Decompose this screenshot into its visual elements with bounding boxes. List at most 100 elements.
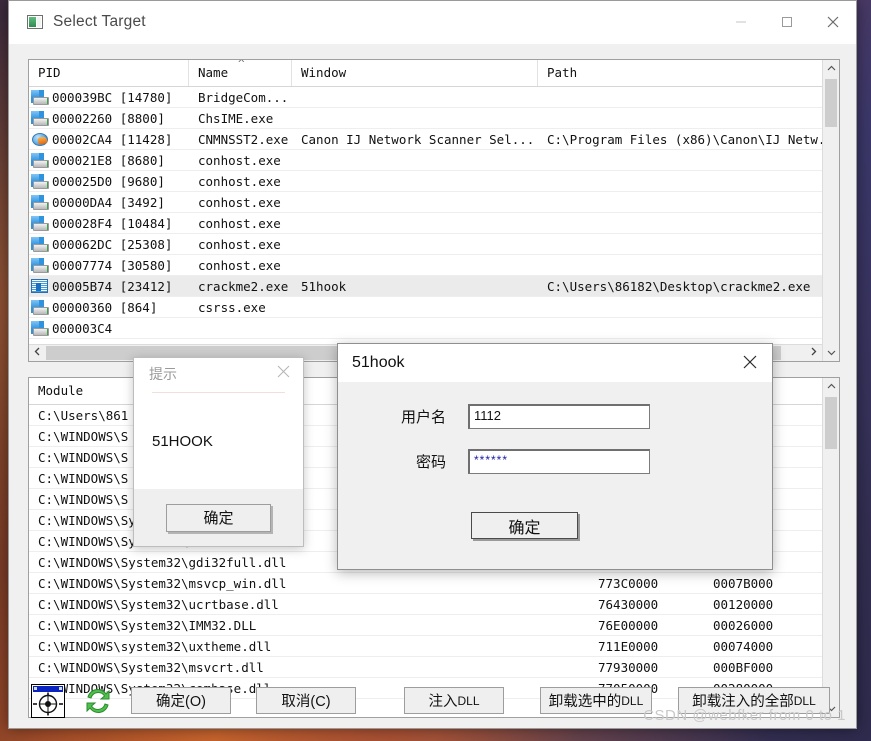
scroll-left-icon[interactable] (29, 347, 46, 359)
inject-dll-button[interactable]: 注入 DLL (404, 687, 504, 714)
table-row[interactable]: 000025D0 [9680] conhost.exe (29, 171, 839, 192)
generic-process-icon (31, 111, 49, 126)
crosshair-target-icon[interactable] (31, 683, 65, 718)
process-pid-cell: 00000360 [864] (29, 300, 189, 315)
module-path-cell: C:\WINDOWS\system32\uxtheme.dll (38, 638, 272, 654)
vertical-scroll-thumb[interactable] (825, 397, 837, 449)
table-row[interactable]: C:\WINDOWS\System32\ucrtbase.dll 76430000… (29, 594, 839, 615)
maximize-button[interactable] (764, 1, 810, 43)
module-size-cell: 0007B000 (713, 575, 774, 591)
module-path-cell: C:\WINDOWS\System32\IMM32.DLL (38, 617, 257, 633)
column-header-name-label: Name (198, 65, 229, 80)
table-row[interactable]: C:\WINDOWS\System32\msvcp_win.dll 773C000… (29, 573, 839, 594)
process-pid-label: 00000DA4 [3492] (52, 194, 165, 210)
generic-process-icon (31, 216, 49, 231)
table-row[interactable]: 000062DC [25308] conhost.exe (29, 234, 839, 255)
scroll-right-icon[interactable] (805, 347, 822, 359)
refresh-icon[interactable] (81, 684, 115, 718)
tip-dialog-ok-button[interactable]: 确定 (166, 503, 271, 532)
process-pid-label: 00005B74 [23412] (52, 278, 173, 294)
target-icon-titlebar (33, 685, 63, 692)
watermark-text: CSDN @webfker from 0 to 1 (643, 707, 846, 724)
module-path-cell: C:\WINDOWS\System32\msvcp_win.dll (38, 575, 287, 591)
window-titlebar: Select Target (9, 1, 856, 43)
process-pid-cell: 000021E8 [8680] (29, 153, 189, 168)
process-pid-label: 00002260 [8800] (52, 110, 165, 126)
process-pid-label: 000028F4 [10484] (52, 215, 173, 231)
process-name-cell: conhost.exe (198, 194, 281, 210)
ok-button[interactable]: 确定(O) (131, 687, 231, 714)
process-pid-label: 00007774 [30580] (52, 257, 173, 273)
table-row[interactable]: 000039BC [14780] BridgeCom... (29, 87, 839, 108)
process-window-cell: 51hook (301, 278, 347, 294)
scroll-up-icon[interactable] (823, 60, 839, 77)
password-input[interactable]: ****** (468, 449, 650, 474)
hook-dialog-ok-button[interactable]: 确定 (471, 512, 578, 539)
hook-dialog-close-icon[interactable] (742, 354, 758, 373)
globe-process-icon (31, 132, 48, 146)
process-name-cell: conhost.exe (198, 257, 281, 273)
vertical-scroll-thumb[interactable] (825, 79, 837, 127)
process-pid-label: 000062DC [25308] (52, 236, 173, 252)
process-pid-cell: 00007774 [30580] (29, 258, 189, 273)
unload-selected-label-cn: 卸载选中的 (548, 694, 622, 710)
process-name-cell: conhost.exe (198, 236, 281, 252)
column-header-path[interactable]: Path (538, 60, 824, 86)
table-row[interactable]: 00000360 [864] csrss.exe (29, 297, 839, 318)
process-pid-cell: 00002260 [8800] (29, 111, 189, 126)
process-listview[interactable]: PID ^ Name Window Path 000039BC [14780] B… (28, 59, 840, 362)
generic-process-icon (31, 321, 49, 336)
process-pid-cell: 000003C4 (29, 321, 189, 336)
table-row[interactable]: 00002CA4 [11428] CNMNSST2.exe Canon IJ Net… (29, 129, 839, 150)
module-base-cell: 76E00000 (598, 617, 659, 633)
generic-process-icon (31, 258, 49, 273)
process-pid-cell: 000028F4 [10484] (29, 216, 189, 231)
table-row[interactable]: 00000DA4 [3492] conhost.exe (29, 192, 839, 213)
process-pid-label: 00000360 [864] (52, 299, 158, 315)
module-base-cell: 76430000 (598, 596, 659, 612)
tip-dialog-title: 提示 (149, 366, 177, 382)
tip-dialog-titlebar: 提示 (134, 358, 303, 390)
table-row[interactable]: 000028F4 [10484] conhost.exe (29, 213, 839, 234)
username-row: 用户名 1112 (338, 404, 772, 429)
module-size-cell: 00120000 (713, 596, 774, 612)
table-row[interactable]: 000021E8 [8680] conhost.exe (29, 150, 839, 171)
column-header-pid[interactable]: PID (29, 60, 189, 86)
module-list-vertical-scrollbar[interactable] (822, 378, 839, 717)
username-label: 用户名 (400, 409, 446, 426)
table-row[interactable]: 00002260 [8800] ChsIME.exe (29, 108, 839, 129)
generic-process-icon (31, 153, 49, 168)
table-row[interactable]: 00005B74 [23412] crackme2.exe 51hook C:\Use… (29, 276, 839, 297)
column-header-name[interactable]: ^ Name (189, 60, 292, 86)
inject-dll-label-dll: DLL (457, 693, 480, 708)
unload-all-label-dll: DLL (793, 693, 816, 708)
scroll-up-icon[interactable] (823, 378, 839, 395)
table-row[interactable]: C:\WINDOWS\System32\IMM32.DLL 76E00000 000… (29, 615, 839, 636)
module-path-cell: C:\WINDOWS\System32\ucrtbase.dll (38, 596, 279, 612)
unload-selected-dll-button[interactable]: 卸载选中的 DLL (540, 687, 652, 714)
username-input[interactable]: 1112 (468, 404, 650, 429)
scroll-down-icon[interactable] (823, 344, 839, 361)
table-row[interactable]: C:\WINDOWS\system32\uxtheme.dll 711E0000 0… (29, 636, 839, 657)
process-list-header: PID ^ Name Window Path (29, 60, 839, 87)
window-title: Select Target (53, 13, 146, 30)
process-name-cell: ChsIME.exe (198, 110, 274, 126)
cancel-button[interactable]: 取消(C) (256, 687, 356, 714)
minimize-button[interactable] (718, 1, 764, 43)
column-header-window[interactable]: Window (292, 60, 538, 86)
tip-dialog-message: 51HOOK (152, 433, 213, 450)
process-name-cell: BridgeCom... (198, 89, 289, 105)
hook-dialog: 51hook 用户名 1112 密码 ****** 确定 (337, 343, 773, 570)
process-window-cell: Canon IJ Network Scanner Sel... (301, 131, 535, 147)
process-list-vertical-scrollbar[interactable] (822, 60, 839, 361)
table-row[interactable]: 000003C4 (29, 318, 839, 339)
inject-dll-label-cn: 注入 (428, 694, 458, 710)
window-client-area: PID ^ Name Window Path 000039BC [14780] B… (9, 43, 856, 728)
unload-selected-label-dll: DLL (621, 693, 644, 708)
table-row[interactable]: 00007774 [30580] conhost.exe (29, 255, 839, 276)
process-pid-label: 000025D0 [9680] (52, 173, 165, 189)
close-button[interactable] (810, 1, 856, 43)
tip-dialog-close-icon[interactable] (277, 365, 290, 382)
generic-process-icon (31, 174, 49, 189)
module-size-cell: 00074000 (713, 638, 774, 654)
